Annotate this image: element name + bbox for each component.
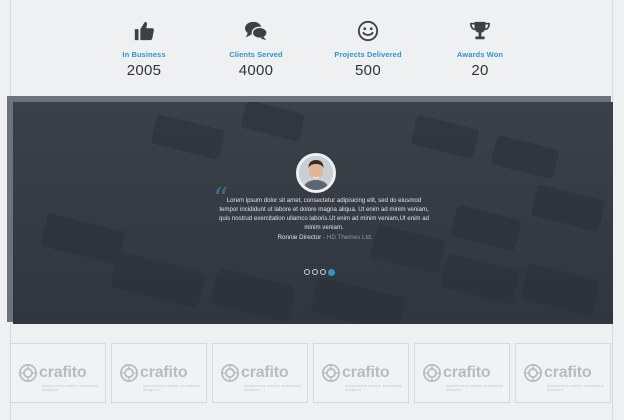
trophy-icon [420, 18, 540, 44]
stat-clients-served: Clients Served 4000 [196, 18, 316, 79]
client-logo-1[interactable]: crafito passionately crafted, seamlessly… [10, 343, 106, 403]
crafito-emblem-icon [221, 364, 239, 382]
thumbs-up-icon [84, 18, 204, 44]
testimonial-author: Ronnie Director - HD Themes Ltd. [213, 234, 437, 241]
crafito-emblem-icon [423, 364, 441, 382]
stat-in-business: In Business 2005 [84, 18, 204, 79]
slider-pagination [304, 268, 344, 277]
slider-dot-2[interactable] [312, 269, 318, 275]
stat-awards-won: Awards Won 20 [420, 18, 540, 79]
stat-label: Clients Served [229, 50, 283, 59]
logo-tagline: passionately crafted, seamlessly designe… [547, 384, 604, 392]
logo-wordmark: crafito [39, 364, 87, 381]
client-logo-4[interactable]: crafito passionately crafted, seamlessly… [313, 343, 409, 403]
logo-tagline: passionately crafted, seamlessly designe… [345, 384, 402, 392]
stat-label: In Business [122, 50, 166, 59]
stat-value: 20 [471, 62, 489, 79]
stat-value: 2005 [126, 62, 162, 79]
logo-wordmark: crafito [241, 364, 289, 381]
logo-tagline: passionately crafted, seamlessly designe… [42, 384, 99, 392]
logo-tagline: passionately crafted, seamlessly designe… [143, 384, 200, 392]
stat-value: 4000 [238, 62, 274, 79]
client-logos: crafito passionately crafted, seamlessly… [10, 343, 614, 403]
logo-tagline: passionately crafted, seamlessly designe… [244, 384, 301, 392]
crafito-emblem-icon [19, 364, 37, 382]
client-logo-3[interactable]: crafito passionately crafted, seamlessly… [212, 343, 308, 403]
testimonial-text: Lorem ipsum dolor sit amet, consectetur … [219, 197, 429, 231]
stat-label: Awards Won [456, 50, 504, 59]
crafito-emblem-icon [524, 364, 542, 382]
stat-label: Projects Delivered [334, 50, 402, 59]
logo-wordmark: crafito [342, 364, 390, 381]
logo-wordmark: crafito [443, 364, 491, 381]
crafito-emblem-icon [120, 364, 138, 382]
author-name: Ronnie Director [277, 234, 322, 241]
slider-dot-4[interactable] [328, 268, 335, 276]
smiley-icon [308, 18, 428, 44]
logo-wordmark: crafito [544, 364, 592, 381]
stats-counters: In Business 2005 Clients Served 4000 Pro… [0, 18, 624, 88]
author-company: HD Themes Ltd. [326, 234, 373, 241]
testimonial-slider: “ Lorem ipsum dolor sit amet, consectetu… [13, 102, 613, 324]
slider-dot-1[interactable] [304, 269, 310, 275]
crafito-emblem-icon [322, 364, 340, 382]
logo-wordmark: crafito [140, 364, 188, 381]
author-avatar [296, 153, 336, 193]
stat-projects-delivered: Projects Delivered 500 [308, 18, 428, 79]
stat-value: 500 [355, 62, 381, 79]
client-logo-6[interactable]: crafito passionately crafted, seamlessly… [515, 343, 611, 403]
chat-bubbles-icon [196, 18, 316, 44]
slider-dot-3[interactable] [320, 269, 326, 275]
client-logo-5[interactable]: crafito passionately crafted, seamlessly… [414, 343, 510, 403]
client-logo-2[interactable]: crafito passionately crafted, seamlessly… [111, 343, 207, 403]
logo-tagline: passionately crafted, seamlessly designe… [446, 384, 503, 392]
